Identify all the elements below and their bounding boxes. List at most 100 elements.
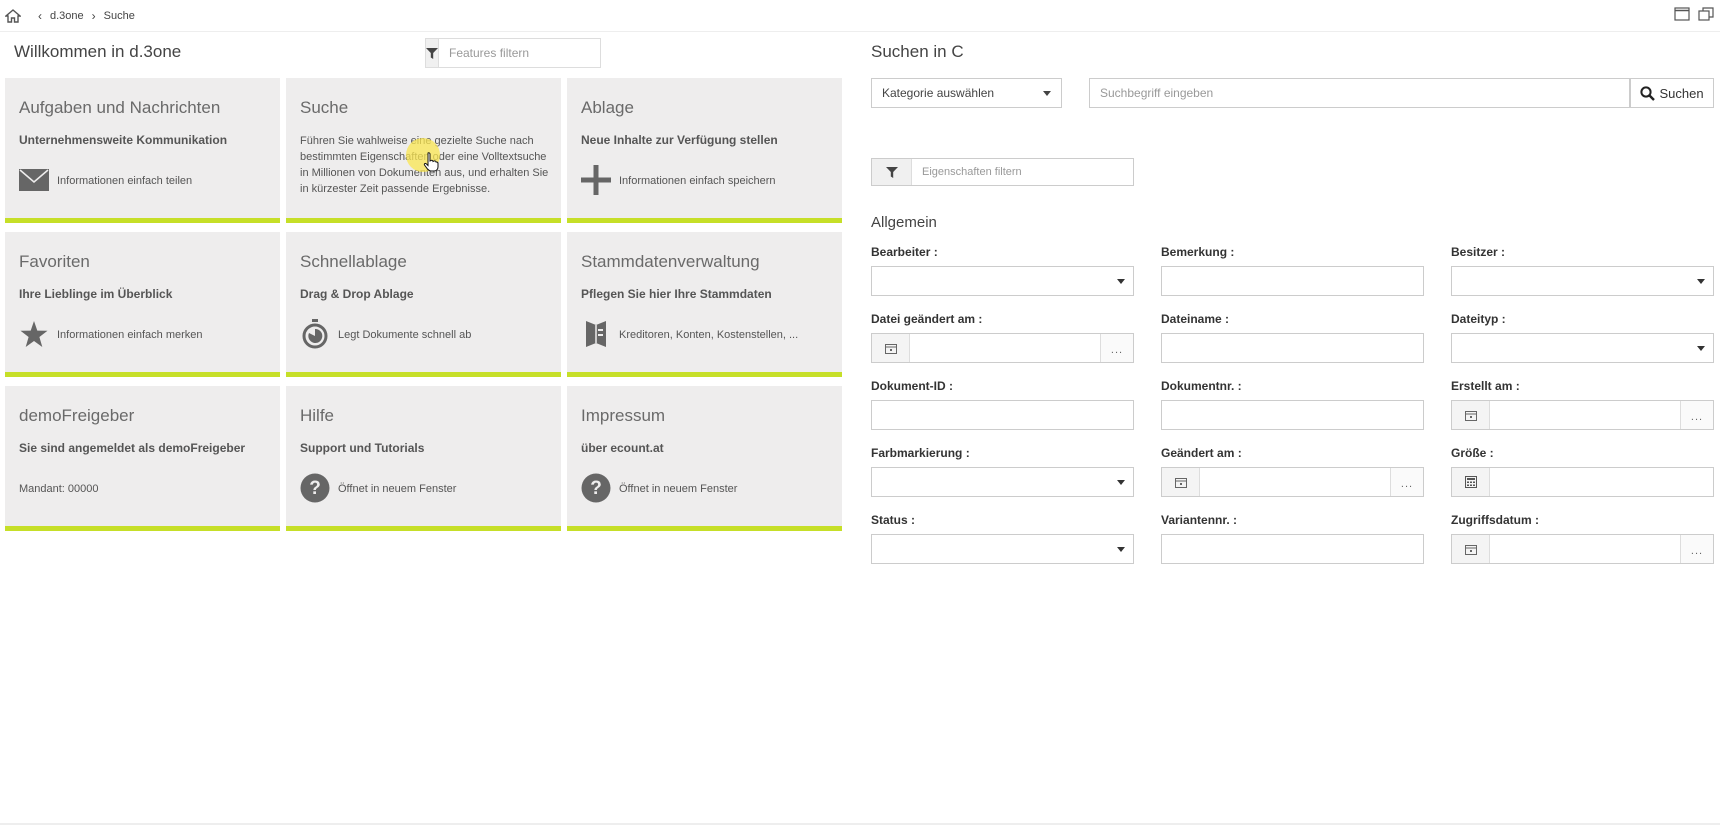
calculator-icon[interactable] bbox=[1452, 468, 1490, 496]
tile-subtitle: Pflegen Sie hier Ihre Stammdaten bbox=[581, 287, 772, 301]
tile-favoriten[interactable]: Favoriten Ihre Lieblinge im Überblick In… bbox=[5, 232, 280, 377]
search-title: Suchen in C bbox=[871, 42, 964, 61]
caret-down-icon bbox=[1043, 91, 1051, 96]
label-zugriffsdatum: Zugriffsdatum : bbox=[1451, 513, 1539, 527]
geaendert-am-date[interactable]: ... bbox=[1161, 467, 1424, 497]
tile-stammdaten[interactable]: Stammdatenverwaltung Pflegen Sie hier Ih… bbox=[567, 232, 842, 377]
more-dots-button[interactable]: ... bbox=[1680, 535, 1713, 563]
tile-demofreigeber[interactable]: demoFreigeber Sie sind angemeldet als de… bbox=[5, 386, 280, 531]
bearbeiter-select[interactable] bbox=[871, 266, 1134, 296]
tile-subtitle: Sie sind angemeldet als demoFreigeber bbox=[19, 441, 246, 455]
tile-title: Suche bbox=[300, 98, 349, 117]
tile-line: Legt Dokumente schnell ab bbox=[338, 329, 472, 341]
tile-line: Informationen einfach speichern bbox=[619, 175, 776, 187]
tile-line: Informationen einfach merken bbox=[57, 329, 203, 341]
bemerkung-input[interactable] bbox=[1161, 266, 1424, 296]
label-bearbeiter: Bearbeiter : bbox=[871, 245, 938, 259]
tile-subtitle: Drag & Drop Ablage bbox=[300, 287, 414, 301]
window-controls bbox=[1674, 7, 1714, 26]
tile-line: Öffnet in neuem Fenster bbox=[338, 483, 457, 495]
label-dateityp: Dateityp : bbox=[1451, 312, 1506, 326]
label-bemerkung: Bemerkung : bbox=[1161, 245, 1235, 259]
label-dokument-id: Dokument-ID : bbox=[871, 379, 953, 393]
filter-icon[interactable] bbox=[872, 159, 912, 185]
dateiname-input[interactable] bbox=[1161, 333, 1424, 363]
tile-title: Hilfe bbox=[300, 406, 335, 425]
page-title: Willkommen in d.3one bbox=[14, 42, 182, 61]
groesse-input[interactable] bbox=[1451, 467, 1714, 497]
calendar-icon[interactable] bbox=[1162, 468, 1200, 496]
book-icon bbox=[581, 319, 611, 349]
tile-subtitle: Ihre Lieblinge im Überblick bbox=[19, 287, 173, 301]
label-dokumentnr: Dokumentnr. : bbox=[1161, 379, 1242, 393]
calendar-icon[interactable] bbox=[872, 334, 910, 362]
calendar-icon[interactable] bbox=[1452, 401, 1490, 429]
star-icon bbox=[19, 319, 49, 349]
stopwatch-icon bbox=[300, 319, 330, 349]
search-button-label: Suchen bbox=[1659, 85, 1704, 101]
more-dots-button[interactable]: ... bbox=[1680, 401, 1713, 429]
tile-title: Favoriten bbox=[19, 252, 90, 271]
plus-icon bbox=[581, 165, 611, 195]
search-icon bbox=[1640, 85, 1656, 101]
dokumentnr-input[interactable] bbox=[1161, 400, 1424, 430]
dateityp-select[interactable] bbox=[1451, 333, 1714, 363]
label-geaendert-am: Geändert am : bbox=[1161, 446, 1242, 460]
farbmarkierung-select[interactable] bbox=[871, 467, 1134, 497]
search-button[interactable]: Suchen bbox=[1630, 78, 1714, 108]
zugriffsdatum-date[interactable]: ... bbox=[1451, 534, 1714, 564]
tile-schnellablage[interactable]: Schnellablage Drag & Drop Ablage Legt Do… bbox=[286, 232, 561, 377]
properties-filter-input[interactable]: Eigenschaften filtern bbox=[912, 166, 1022, 178]
caret-down-icon bbox=[1697, 346, 1705, 351]
breadcrumb-d3one[interactable]: d.3one bbox=[50, 10, 84, 22]
tile-subtitle: Neue Inhalte zur Verfügung stellen bbox=[581, 133, 778, 147]
more-dots-button[interactable]: ... bbox=[1100, 334, 1133, 362]
tile-hilfe[interactable]: Hilfe Support und Tutorials ? Öffnet in … bbox=[286, 386, 561, 531]
breadcrumb-suche[interactable]: Suche bbox=[104, 10, 135, 22]
tile-subtitle: Support und Tutorials bbox=[300, 441, 425, 455]
caret-down-icon bbox=[1117, 480, 1125, 485]
erstellt-am-date[interactable]: ... bbox=[1451, 400, 1714, 430]
label-datei-geaendert: Datei geändert am : bbox=[871, 312, 983, 326]
tile-impressum[interactable]: Impressum über ecount.at ? Öffnet in neu… bbox=[567, 386, 842, 531]
top-bar: ‹ d.3one › Suche bbox=[0, 0, 1720, 32]
help-icon: ? bbox=[581, 473, 611, 503]
caret-down-icon bbox=[1117, 279, 1125, 284]
envelope-icon bbox=[19, 165, 49, 195]
help-icon: ? bbox=[300, 473, 330, 503]
filter-icon[interactable] bbox=[426, 39, 439, 67]
home-icon[interactable] bbox=[4, 7, 22, 25]
properties-filter: Eigenschaften filtern bbox=[871, 158, 1134, 186]
label-status: Status : bbox=[871, 513, 916, 527]
status-select[interactable] bbox=[871, 534, 1134, 564]
search-input[interactable]: Suchbegriff eingeben bbox=[1089, 78, 1630, 108]
tile-line: Kreditoren, Konten, Kostenstellen, ... bbox=[619, 329, 799, 341]
more-dots-button[interactable]: ... bbox=[1390, 468, 1423, 496]
besitzer-select[interactable] bbox=[1451, 266, 1714, 296]
tile-aufgaben[interactable]: Aufgaben und Nachrichten Unternehmenswei… bbox=[5, 78, 280, 223]
hand-cursor-icon bbox=[423, 152, 439, 177]
tile-subtitle: Unternehmensweite Kommunikation bbox=[19, 133, 228, 147]
maximize-icon[interactable] bbox=[1674, 7, 1690, 26]
section-title-allgemein: Allgemein bbox=[871, 214, 937, 231]
tile-title: Impressum bbox=[581, 406, 666, 425]
svg-text:?: ? bbox=[590, 478, 602, 499]
caret-down-icon bbox=[1697, 279, 1705, 284]
datei-geaendert-date[interactable]: ... bbox=[871, 333, 1134, 363]
svg-text:?: ? bbox=[309, 478, 321, 499]
label-besitzer: Besitzer : bbox=[1451, 245, 1506, 259]
tile-line: Mandant: 00000 bbox=[19, 483, 99, 495]
category-select[interactable]: Kategorie auswählen bbox=[871, 78, 1062, 108]
tile-line: Öffnet in neuem Fenster bbox=[619, 483, 738, 495]
tile-ablage[interactable]: Ablage Neue Inhalte zur Verfügung stelle… bbox=[567, 78, 842, 223]
back-chevron-icon[interactable]: ‹ bbox=[38, 9, 42, 23]
features-filter bbox=[425, 38, 604, 68]
dokument-id-input[interactable] bbox=[871, 400, 1134, 430]
tile-title: Ablage bbox=[581, 98, 634, 117]
variantennr-input[interactable] bbox=[1161, 534, 1424, 564]
label-farbmarkierung: Farbmarkierung : bbox=[871, 446, 970, 460]
calendar-icon[interactable] bbox=[1452, 535, 1490, 563]
features-filter-input[interactable] bbox=[439, 39, 604, 67]
label-dateiname: Dateiname : bbox=[1161, 312, 1230, 326]
restore-window-icon[interactable] bbox=[1698, 7, 1714, 26]
